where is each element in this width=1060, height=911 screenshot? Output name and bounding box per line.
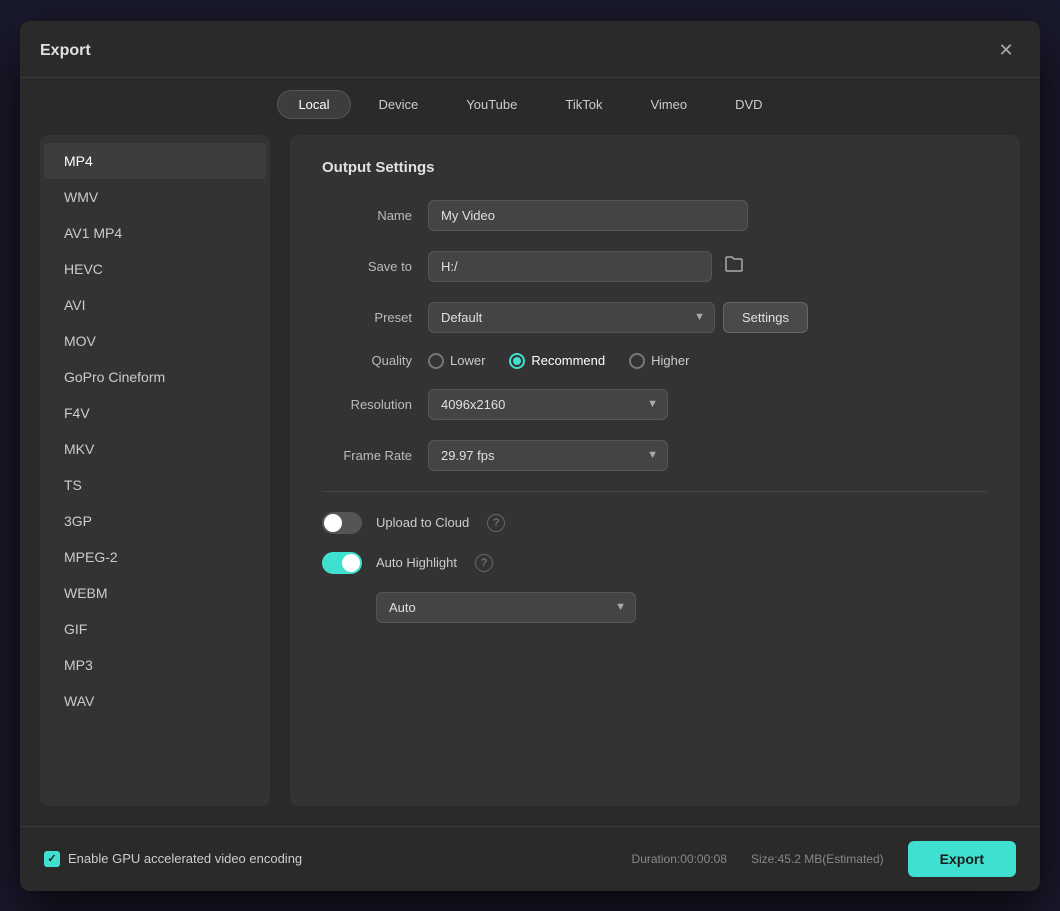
format-item-wav[interactable]: WAV [44, 683, 266, 719]
checkmark-icon: ✓ [47, 852, 56, 865]
tab-youtube[interactable]: YouTube [446, 91, 537, 118]
frame-rate-select-wrap: 29.97 fps ▼ [428, 440, 668, 471]
auto-highlight-thumb [342, 554, 360, 572]
tab-device[interactable]: Device [359, 91, 439, 118]
footer-left: ✓ Enable GPU accelerated video encoding [44, 851, 302, 867]
format-item-mp3[interactable]: MP3 [44, 647, 266, 683]
quality-lower-radio[interactable] [428, 353, 444, 369]
settings-button[interactable]: Settings [723, 302, 808, 333]
quality-higher-radio[interactable] [629, 353, 645, 369]
format-item-mpeg2[interactable]: MPEG-2 [44, 539, 266, 575]
format-list: MP4WMVAV1 MP4HEVCAVIMOVGoPro CineformF4V… [40, 135, 270, 806]
tab-bar: Local Device YouTube TikTok Vimeo DVD [20, 78, 1040, 135]
format-item-goprocineform[interactable]: GoPro Cineform [44, 359, 266, 395]
dialog-footer: ✓ Enable GPU accelerated video encoding … [20, 826, 1040, 891]
upload-cloud-help-icon[interactable]: ? [487, 514, 505, 532]
preset-select[interactable]: Default [428, 302, 715, 333]
path-row [428, 251, 748, 282]
format-item-mp4[interactable]: MP4 [44, 143, 266, 179]
save-to-row: Save to [322, 251, 988, 282]
quality-higher-label: Higher [651, 353, 689, 368]
name-row: Name [322, 200, 988, 231]
dialog-header: Export ✕ [20, 21, 1040, 78]
upload-cloud-thumb [324, 514, 342, 532]
resolution-select[interactable]: 4096x2160 [428, 389, 668, 420]
tab-dvd[interactable]: DVD [715, 91, 782, 118]
quality-higher-option[interactable]: Higher [629, 353, 689, 369]
frame-rate-select[interactable]: 29.97 fps [428, 440, 668, 471]
upload-cloud-label: Upload to Cloud [376, 515, 469, 530]
quality-recommend-radio[interactable] [509, 353, 525, 369]
save-to-input[interactable] [428, 251, 712, 282]
quality-recommend-dot [513, 357, 521, 365]
format-item-avi[interactable]: AVI [44, 287, 266, 323]
format-item-ts[interactable]: TS [44, 467, 266, 503]
footer-right: Duration:00:00:08 Size:45.2 MB(Estimated… [632, 841, 1016, 877]
preset-controls: Default ▼ Settings [428, 302, 808, 333]
close-button[interactable]: ✕ [992, 37, 1020, 65]
auto-highlight-row: Auto Highlight ? [322, 552, 988, 574]
quality-lower-option[interactable]: Lower [428, 353, 485, 369]
quality-options: Lower Recommend Higher [428, 353, 689, 369]
preset-row: Preset Default ▼ Settings [322, 302, 988, 333]
frame-rate-label: Frame Rate [322, 448, 412, 463]
auto-select-container: Auto ▼ [376, 592, 636, 623]
duration-info: Duration:00:00:08 [632, 852, 727, 866]
name-label: Name [322, 208, 412, 223]
dialog-title: Export [40, 42, 91, 60]
auto-highlight-label: Auto Highlight [376, 555, 457, 570]
dialog-body: MP4WMVAV1 MP4HEVCAVIMOVGoPro CineformF4V… [20, 135, 1040, 826]
export-dialog: Export ✕ Local Device YouTube TikTok Vimeo DV… [20, 21, 1040, 891]
folder-button[interactable] [720, 251, 748, 282]
format-item-gif[interactable]: GIF [44, 611, 266, 647]
gpu-checkbox-wrap: ✓ Enable GPU accelerated video encoding [44, 851, 302, 867]
tab-local[interactable]: Local [277, 90, 350, 119]
quality-recommend-label: Recommend [531, 353, 605, 368]
quality-label: Quality [322, 353, 412, 368]
preset-select-wrap: Default ▼ [428, 302, 715, 333]
name-input[interactable] [428, 200, 748, 231]
size-info: Size:45.2 MB(Estimated) [751, 852, 884, 866]
tab-vimeo[interactable]: Vimeo [630, 91, 707, 118]
format-item-mov[interactable]: MOV [44, 323, 266, 359]
format-item-wmv[interactable]: WMV [44, 179, 266, 215]
format-item-f4v[interactable]: F4V [44, 395, 266, 431]
frame-rate-row: Frame Rate 29.97 fps ▼ [322, 440, 988, 471]
output-settings-title: Output Settings [322, 159, 988, 176]
auto-highlight-help-icon[interactable]: ? [475, 554, 493, 572]
resolution-label: Resolution [322, 397, 412, 412]
gpu-checkbox[interactable]: ✓ [44, 851, 60, 867]
export-button[interactable]: Export [908, 841, 1016, 877]
settings-panel: Output Settings Name Save to [290, 135, 1020, 806]
upload-cloud-row: Upload to Cloud ? [322, 512, 988, 534]
resolution-row: Resolution 4096x2160 ▼ [322, 389, 988, 420]
format-item-3gp[interactable]: 3GP [44, 503, 266, 539]
gpu-label: Enable GPU accelerated video encoding [68, 851, 302, 866]
auto-highlight-toggle[interactable] [322, 552, 362, 574]
format-item-hevc[interactable]: HEVC [44, 251, 266, 287]
preset-label: Preset [322, 310, 412, 325]
upload-cloud-toggle[interactable] [322, 512, 362, 534]
format-item-webm[interactable]: WEBM [44, 575, 266, 611]
format-item-av1mp4[interactable]: AV1 MP4 [44, 215, 266, 251]
format-item-mkv[interactable]: MKV [44, 431, 266, 467]
save-to-label: Save to [322, 259, 412, 274]
auto-highlight-select[interactable]: Auto [376, 592, 636, 623]
auto-select-wrap: Auto ▼ [376, 592, 636, 623]
tab-tiktok[interactable]: TikTok [545, 91, 622, 118]
divider [322, 491, 988, 492]
quality-recommend-option[interactable]: Recommend [509, 353, 605, 369]
quality-row: Quality Lower Recommend Higher [322, 353, 988, 369]
quality-lower-label: Lower [450, 353, 485, 368]
resolution-select-wrap: 4096x2160 ▼ [428, 389, 668, 420]
